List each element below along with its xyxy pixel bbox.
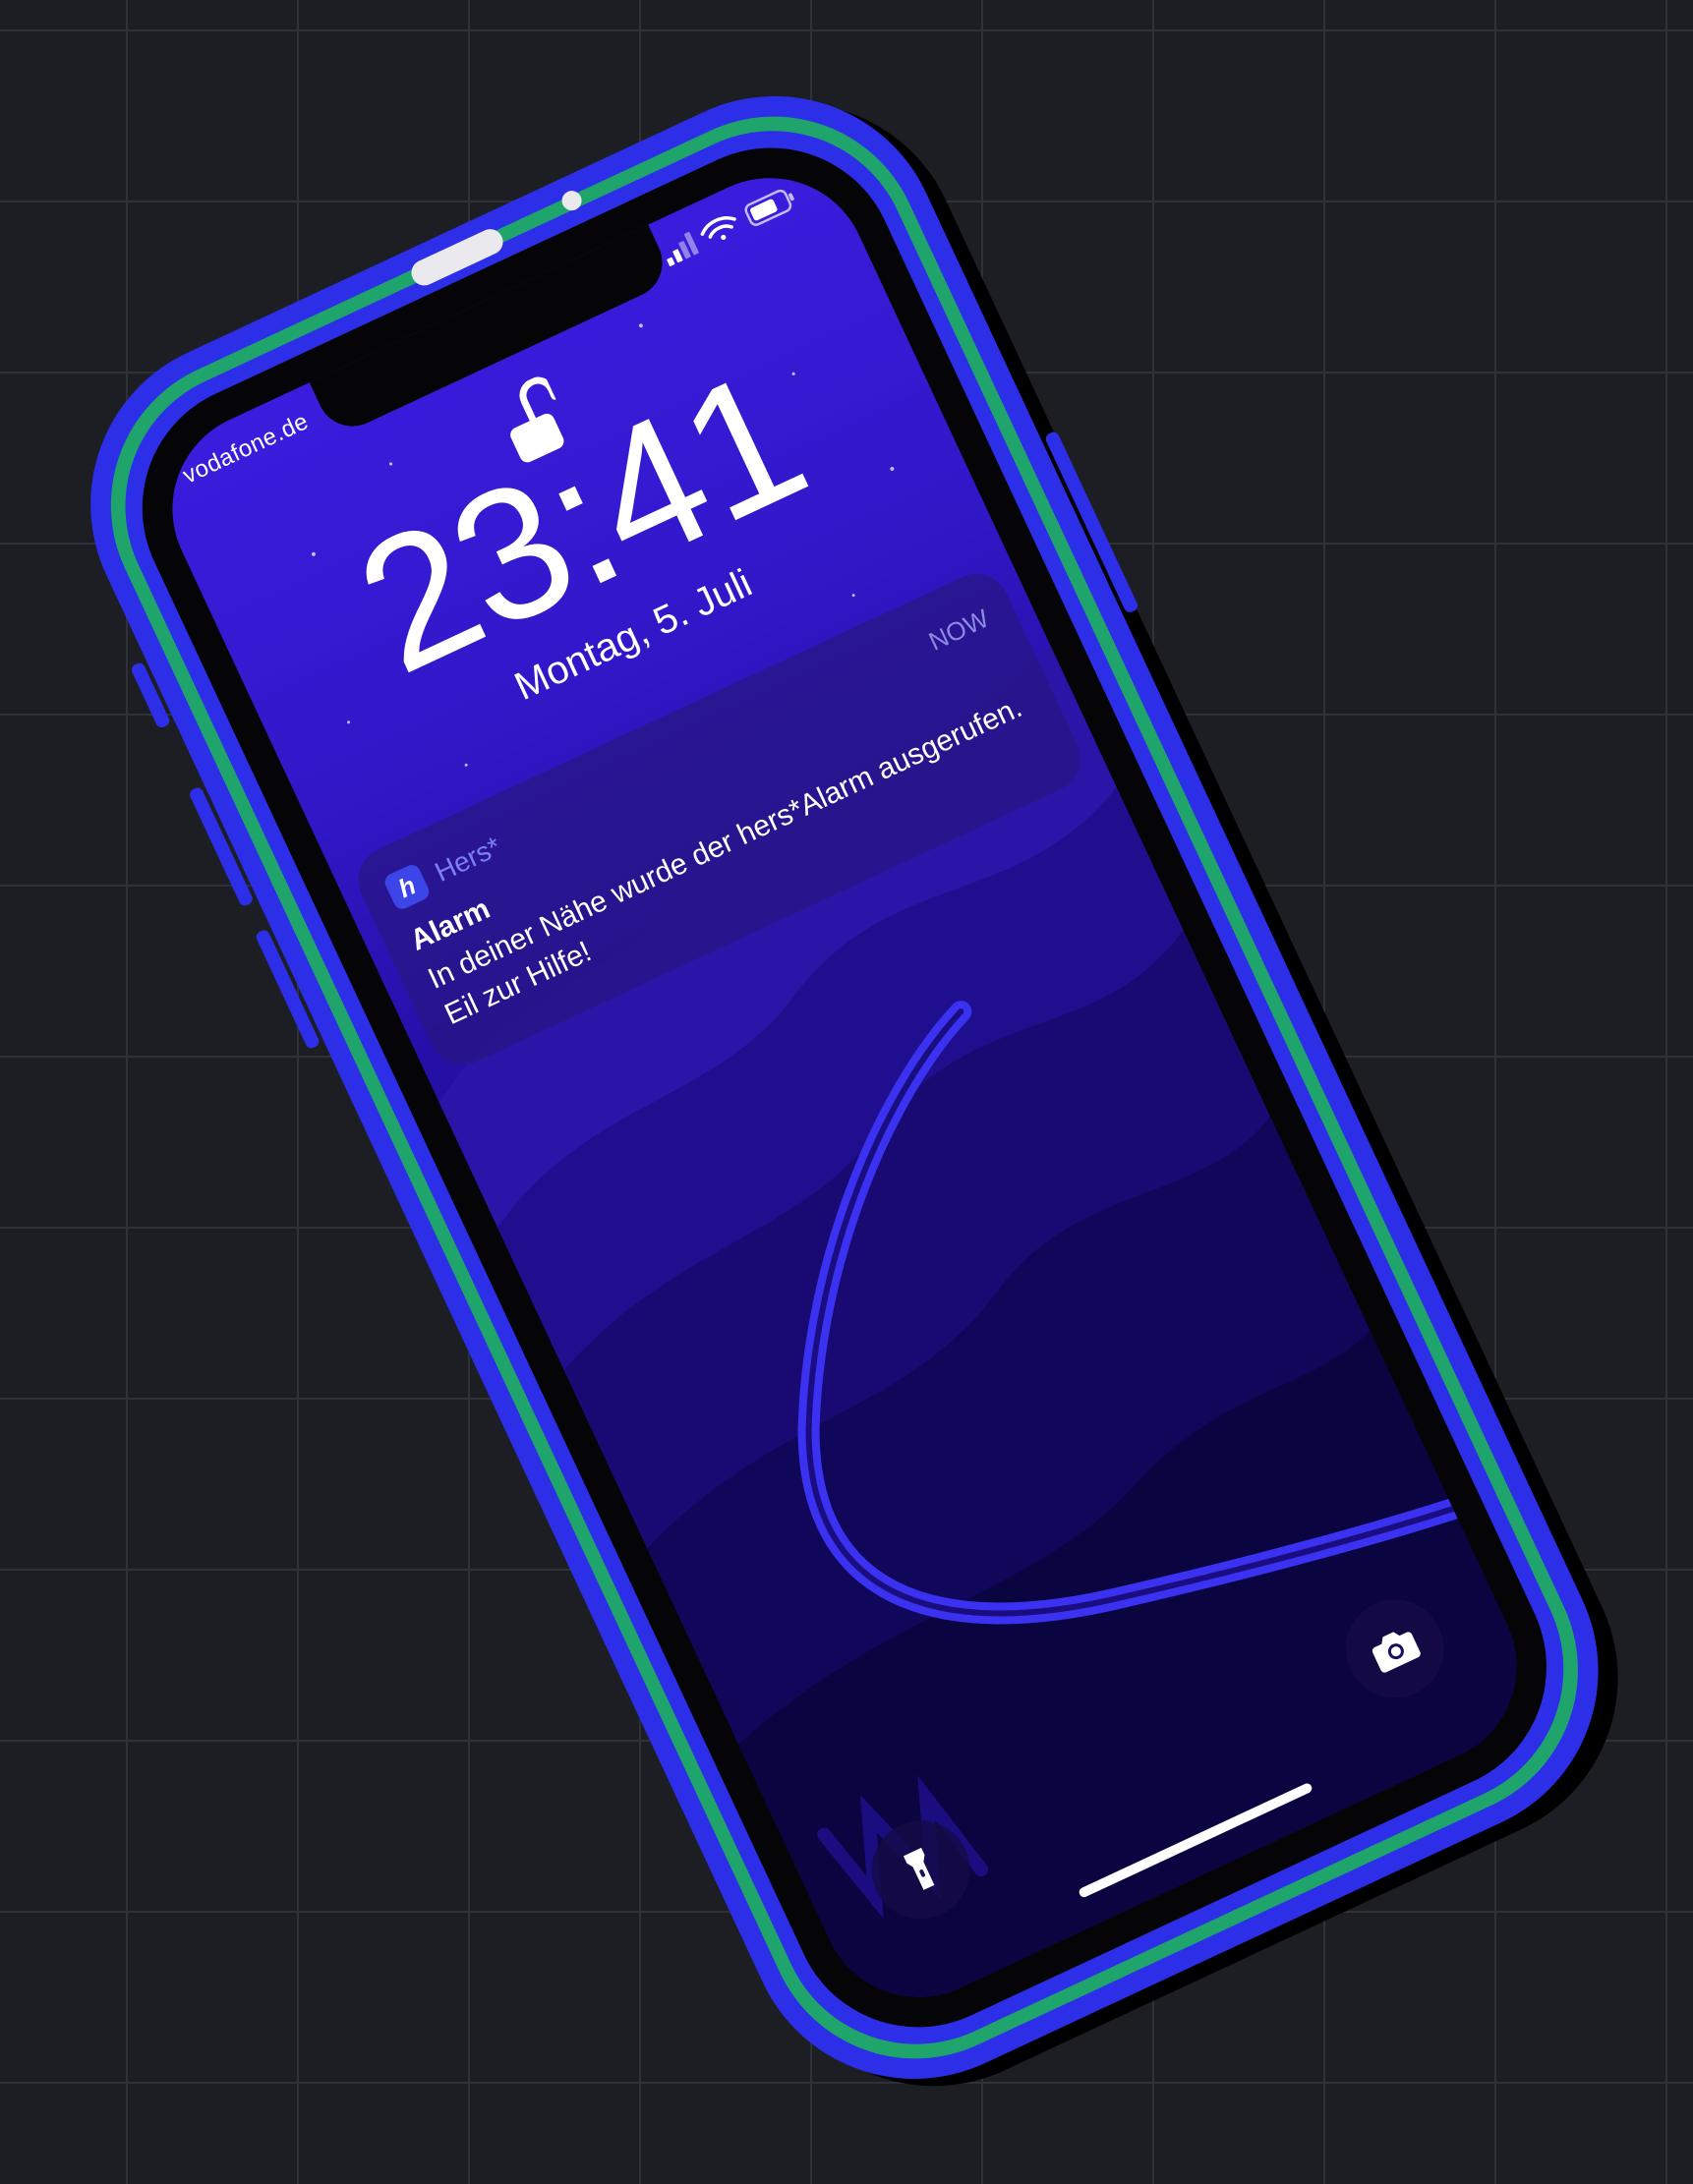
- notification-time: NOW: [924, 603, 994, 657]
- camera-icon: [1372, 1632, 1421, 1673]
- flashlight-icon: [903, 1847, 935, 1890]
- notification-app-name: Hers*: [430, 831, 506, 888]
- hers-app-icon: h: [381, 862, 433, 912]
